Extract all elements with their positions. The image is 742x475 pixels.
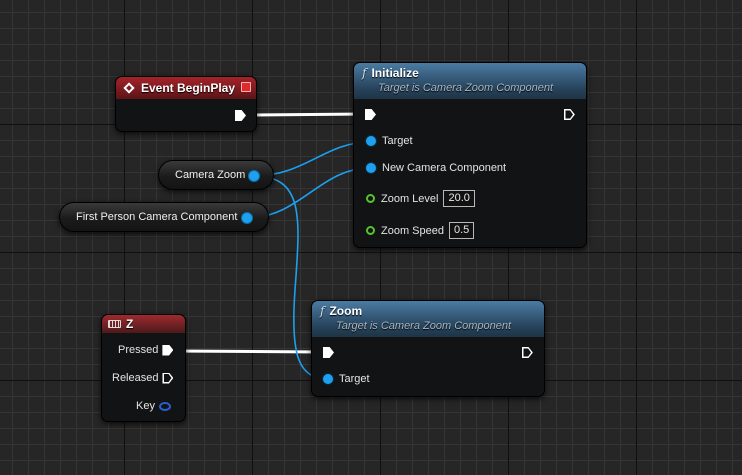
exec-out-hollow-icon xyxy=(564,109,575,120)
object-pin-icon xyxy=(249,171,259,181)
initialize-target-pin[interactable]: Target xyxy=(366,135,413,147)
first-person-camera-label: First Person Camera Component xyxy=(76,211,238,223)
first-person-camera-out-pin[interactable] xyxy=(242,213,252,223)
camera-zoom-label: Camera Zoom xyxy=(175,169,246,181)
zoom-subtitle: Target is Camera Zoom Component xyxy=(336,320,512,332)
float-pin-icon xyxy=(366,194,375,203)
event-beginplay-node[interactable]: Event BeginPlay xyxy=(115,76,257,132)
event-beginplay-title: Event BeginPlay xyxy=(141,81,236,95)
zoom-exec-out-pin[interactable] xyxy=(522,347,533,358)
object-pin-icon xyxy=(366,163,376,173)
key-z-released-pin[interactable]: Released xyxy=(112,372,173,384)
initialize-target-label: Target xyxy=(382,135,413,147)
exec-in-icon xyxy=(365,109,376,120)
zoom-title: Zoom xyxy=(329,304,363,318)
key-z-title: Z xyxy=(126,317,134,331)
key-z-released-label: Released xyxy=(112,372,159,384)
float-pin-icon xyxy=(366,226,375,235)
key-struct-pin-icon xyxy=(158,401,171,411)
zoom-target-label: Target xyxy=(339,373,370,385)
key-z-header[interactable]: Z xyxy=(102,315,185,333)
initialize-new-camera-label: New Camera Component xyxy=(382,162,507,174)
key-z-key-pin[interactable]: Key xyxy=(136,400,171,412)
zoom-exec-in-pin[interactable] xyxy=(323,347,334,358)
event-stop-icon xyxy=(241,82,251,92)
initialize-new-camera-pin[interactable]: New Camera Component xyxy=(366,162,506,174)
zoom-level-input[interactable]: 20.0 xyxy=(443,190,475,207)
event-diamond-icon xyxy=(123,82,135,94)
exec-out-icon xyxy=(162,344,174,356)
function-f-icon: f xyxy=(362,66,367,80)
object-pin-icon xyxy=(242,213,252,223)
event-beginplay-header[interactable]: Event BeginPlay xyxy=(116,77,256,99)
initialize-node[interactable]: f Initialize Target is Camera Zoom Compon… xyxy=(353,62,587,248)
initialize-subtitle: Target is Camera Zoom Component xyxy=(378,82,554,94)
initialize-title: Initialize xyxy=(371,66,419,80)
exec-out-hollow-icon xyxy=(162,373,173,384)
zoom-speed-input[interactable]: 0.5 xyxy=(448,222,475,239)
exec-wire-beginplay-initialize xyxy=(246,112,367,117)
exec-wire-pressed-zoom xyxy=(173,349,323,354)
exec-in-icon xyxy=(323,347,334,358)
function-f-icon: f xyxy=(320,304,325,318)
object-pin-icon xyxy=(366,136,376,146)
beginplay-exec-out-pin[interactable] xyxy=(235,110,246,121)
initialize-zoom-level-label: Zoom Level xyxy=(381,192,439,205)
keyboard-icon xyxy=(108,320,121,328)
initialize-zoom-speed-label: Zoom Speed xyxy=(381,224,444,237)
exec-out-icon xyxy=(235,110,246,121)
initialize-exec-out-pin[interactable] xyxy=(564,109,575,120)
exec-out-hollow-icon xyxy=(522,347,533,358)
initialize-zoom-level-pin[interactable]: Zoom Level 20.0 xyxy=(366,190,475,207)
first-person-camera-variable-node[interactable]: First Person Camera Component xyxy=(59,202,269,232)
object-pin-icon xyxy=(323,374,333,384)
key-z-pressed-label: Pressed xyxy=(118,344,159,356)
camera-zoom-out-pin[interactable] xyxy=(249,171,259,181)
zoom-header[interactable]: f Zoom Target is Camera Zoom Component xyxy=(312,301,544,337)
key-z-pressed-pin[interactable]: Pressed xyxy=(118,344,174,356)
key-z-key-label: Key xyxy=(136,400,155,412)
initialize-zoom-speed-pin[interactable]: Zoom Speed 0.5 xyxy=(366,222,475,239)
initialize-exec-in-pin[interactable] xyxy=(365,109,376,120)
zoom-target-pin[interactable]: Target xyxy=(323,373,370,385)
initialize-header[interactable]: f Initialize Target is Camera Zoom Compon… xyxy=(354,63,586,99)
